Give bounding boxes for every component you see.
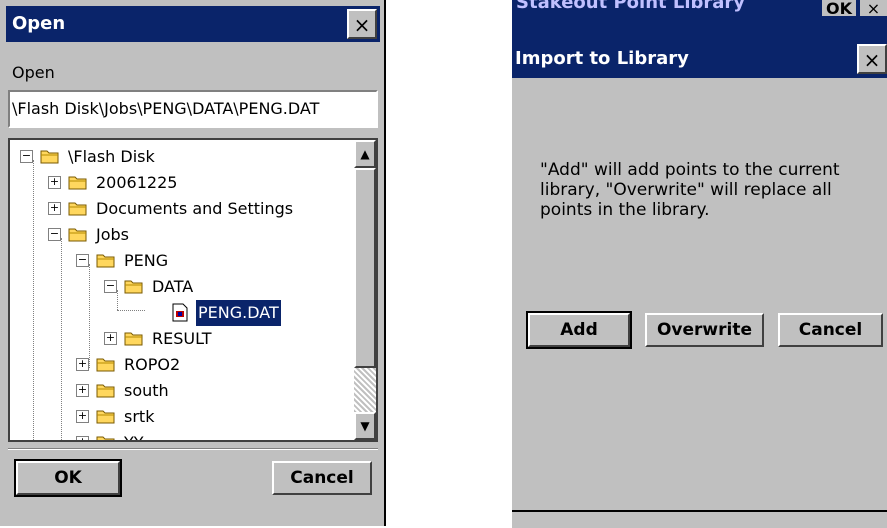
- close-button[interactable]: ×: [347, 9, 377, 39]
- tree-item-yy[interactable]: + YY: [10, 430, 350, 440]
- collapse-icon[interactable]: −: [20, 150, 33, 163]
- expand-icon[interactable]: +: [76, 436, 89, 440]
- background-window-titlebar: Stakeout Point Library OK ×: [512, 0, 887, 40]
- folder-icon: [68, 176, 87, 190]
- tree-item-label: Documents and Settings: [96, 199, 294, 218]
- folder-icon: [68, 202, 87, 216]
- bottom-bar: [512, 510, 887, 528]
- folder-icon: [96, 436, 115, 440]
- tree-item-label: PENG: [124, 251, 169, 270]
- vertical-scrollbar[interactable]: ▲ ▼: [354, 140, 376, 440]
- open-dialog-titlebar: Open ×: [6, 6, 380, 42]
- expand-icon[interactable]: +: [48, 202, 61, 215]
- tree-item-label: Jobs: [96, 225, 129, 244]
- folder-icon: [96, 384, 115, 398]
- folder-icon: [40, 150, 59, 164]
- open-dialog: Open × Open \Flash Disk\Jobs\PENG\DATA\P…: [0, 0, 386, 526]
- expand-icon[interactable]: +: [76, 358, 89, 371]
- expand-icon[interactable]: +: [48, 176, 61, 189]
- tree-item-south[interactable]: + south: [10, 378, 350, 404]
- tree-item-documents[interactable]: + Documents and Settings: [10, 196, 350, 222]
- tree-item-20061225[interactable]: + 20061225: [10, 170, 350, 196]
- file-icon: [172, 303, 188, 322]
- collapse-icon[interactable]: −: [76, 254, 89, 267]
- close-button[interactable]: ×: [857, 44, 887, 74]
- expand-icon[interactable]: +: [76, 410, 89, 423]
- tree-item-flash-disk[interactable]: − \Flash Disk: [10, 144, 350, 170]
- folder-icon: [124, 280, 143, 294]
- folder-icon: [96, 410, 115, 424]
- cancel-button[interactable]: Cancel: [272, 461, 372, 495]
- open-subtitle: Open: [12, 63, 55, 82]
- scroll-down-button[interactable]: ▼: [354, 412, 376, 440]
- tree-item-result[interactable]: + RESULT: [10, 326, 350, 352]
- collapse-icon[interactable]: −: [48, 228, 61, 241]
- folder-tree[interactable]: − \Flash Disk + 20061225 + Documents and…: [8, 138, 378, 442]
- scroll-up-button[interactable]: ▲: [354, 140, 376, 168]
- open-dialog-title: Open: [12, 13, 66, 34]
- folder-icon: [96, 358, 115, 372]
- tree-item-srtk[interactable]: + srtk: [10, 404, 350, 430]
- tree-item-label-selected: PENG.DAT: [195, 299, 282, 327]
- tree-item-label: RESULT: [152, 329, 212, 348]
- divider: [8, 448, 378, 450]
- expand-icon[interactable]: +: [76, 384, 89, 397]
- background-close-button[interactable]: ×: [860, 0, 887, 16]
- import-dialog: Stakeout Point Library OK × Import to Li…: [512, 0, 887, 528]
- tree-item-label: south: [124, 381, 169, 400]
- tree-item-peng[interactable]: − PENG: [10, 248, 350, 274]
- folder-icon: [96, 254, 115, 268]
- scroll-track[interactable]: [354, 368, 376, 412]
- add-button[interactable]: Add: [526, 311, 632, 349]
- tree-item-label: 20061225: [96, 173, 178, 192]
- import-message: "Add" will add points to the current lib…: [540, 160, 840, 220]
- background-window-title: Stakeout Point Library: [516, 0, 746, 13]
- folder-icon: [124, 332, 143, 346]
- tree-item-jobs[interactable]: − Jobs: [10, 222, 350, 248]
- import-dialog-title: Import to Library: [515, 48, 689, 69]
- tree-item-peng-dat[interactable]: PENG.DAT: [10, 299, 350, 327]
- tree-item-data[interactable]: − DATA: [10, 274, 350, 300]
- cancel-button[interactable]: Cancel: [778, 313, 883, 347]
- collapse-icon[interactable]: −: [104, 280, 117, 293]
- folder-icon: [68, 228, 87, 242]
- tree-item-label: DATA: [152, 277, 194, 296]
- overwrite-button[interactable]: Overwrite: [645, 313, 764, 347]
- ok-button[interactable]: OK: [14, 459, 122, 497]
- import-dialog-titlebar: Import to Library ×: [512, 40, 887, 78]
- scroll-thumb[interactable]: [354, 168, 376, 368]
- tree-item-label: ROPO2: [124, 355, 181, 374]
- tree-item-label: srtk: [124, 407, 155, 426]
- background-ok-button[interactable]: OK: [822, 0, 856, 16]
- tree-item-label: \Flash Disk: [68, 147, 155, 166]
- tree-item-ropo2[interactable]: + ROPO2: [10, 352, 350, 378]
- path-field[interactable]: \Flash Disk\Jobs\PENG\DATA\PENG.DAT: [8, 90, 378, 128]
- expand-icon[interactable]: +: [104, 332, 117, 345]
- tree-item-label: YY: [124, 430, 144, 440]
